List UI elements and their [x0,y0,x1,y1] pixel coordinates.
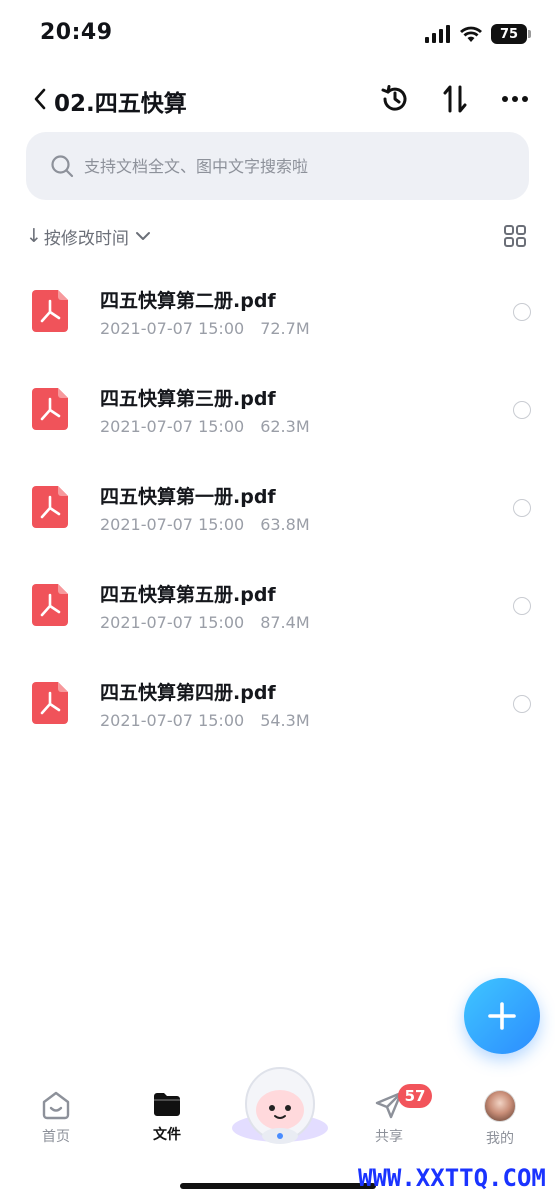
select-radio[interactable] [513,303,531,321]
status-icons: 75 [425,24,531,44]
file-meta: 2021-07-07 15:00 63.8M [100,515,310,534]
file-meta: 2021-07-07 15:00 54.3M [100,711,310,730]
select-radio[interactable] [513,695,531,713]
header: 02.四五快算 [0,78,555,120]
status-time: 20:49 [40,20,113,45]
select-radio[interactable] [513,499,531,517]
file-date: 2021-07-07 15:00 [100,711,245,730]
page-title: 02.四五快算 [54,91,187,117]
file-row[interactable]: 四五快算第五册.pdf 2021-07-07 15:00 87.4M [0,556,555,654]
tab-bar: 首页 文件 共享 我的 [0,1060,555,1160]
sort-label: 按修改时间 [43,228,129,249]
file-size: 63.8M [260,515,310,534]
history-icon [381,85,407,111]
file-size: 87.4M [260,613,310,632]
file-size: 54.3M [260,711,310,730]
file-name: 四五快算第二册.pdf [100,290,276,312]
file-meta: 2021-07-07 15:00 72.7M [100,319,310,338]
file-name: 四五快算第三册.pdf [100,388,276,410]
tab-share-label: 共享 [375,1129,403,1145]
file-list: 四五快算第二册.pdf 2021-07-07 15:00 72.7M 四五快算第… [0,262,555,752]
pdf-icon [32,486,68,528]
tab-files-label: 文件 [153,1127,181,1143]
grid-icon [504,225,526,247]
file-row[interactable]: 四五快算第三册.pdf 2021-07-07 15:00 62.3M [0,360,555,458]
battery-indicator: 75 [491,24,531,44]
folder-icon [154,1093,180,1116]
share-count-badge: 57 [398,1084,432,1108]
file-meta: 2021-07-07 15:00 62.3M [100,417,310,436]
chevron-down-icon [135,232,150,240]
file-name: 四五快算第四册.pdf [100,682,276,704]
more-button[interactable] [496,80,534,118]
pdf-icon [32,388,68,430]
home-icon [42,1091,70,1120]
sort-icon [443,85,467,113]
back-button[interactable] [28,82,52,116]
pdf-icon [32,584,68,626]
select-radio[interactable] [513,597,531,615]
pdf-icon [32,290,68,332]
tab-home[interactable]: 首页 [16,1090,96,1146]
sort-button[interactable] [436,80,474,118]
file-size: 72.7M [260,319,310,338]
more-icon [502,96,528,102]
grid-view-button[interactable] [503,224,527,248]
history-button[interactable] [376,80,414,118]
file-name: 四五快算第一册.pdf [100,486,276,508]
back-chevron-icon [34,88,46,110]
file-row[interactable]: 四五快算第四册.pdf 2021-07-07 15:00 54.3M [0,654,555,752]
plus-icon [488,1002,516,1030]
select-radio[interactable] [513,401,531,419]
file-name: 四五快算第五册.pdf [100,584,276,606]
arrow-down-icon: ↓ [26,225,42,247]
search-input[interactable] [84,156,484,176]
mascot-assistant-button[interactable] [228,1060,332,1146]
file-date: 2021-07-07 15:00 [100,613,245,632]
add-button[interactable] [464,978,540,1054]
file-meta: 2021-07-07 15:00 87.4M [100,613,310,632]
watermark: WWW.XXTTQ.COM [358,1164,546,1192]
sort-dropdown[interactable]: ↓ 按修改时间 [26,222,151,250]
status-bar: 20:49 75 [0,0,555,70]
home-indicator [180,1183,376,1189]
pdf-icon [32,682,68,724]
search-bar[interactable] [26,132,529,200]
file-row[interactable]: 四五快算第一册.pdf 2021-07-07 15:00 63.8M [0,458,555,556]
tab-home-label: 首页 [42,1129,70,1145]
cellular-signal-icon [425,25,450,43]
file-date: 2021-07-07 15:00 [100,515,245,534]
search-icon [51,155,74,178]
tab-mine-label: 我的 [486,1131,514,1147]
tab-files[interactable]: 文件 [127,1090,207,1144]
file-date: 2021-07-07 15:00 [100,417,245,436]
avatar [484,1090,516,1122]
wifi-icon [460,26,482,42]
file-size: 62.3M [260,417,310,436]
file-row[interactable]: 四五快算第二册.pdf 2021-07-07 15:00 72.7M [0,262,555,360]
file-date: 2021-07-07 15:00 [100,319,245,338]
tab-mine[interactable]: 我的 [460,1090,540,1148]
